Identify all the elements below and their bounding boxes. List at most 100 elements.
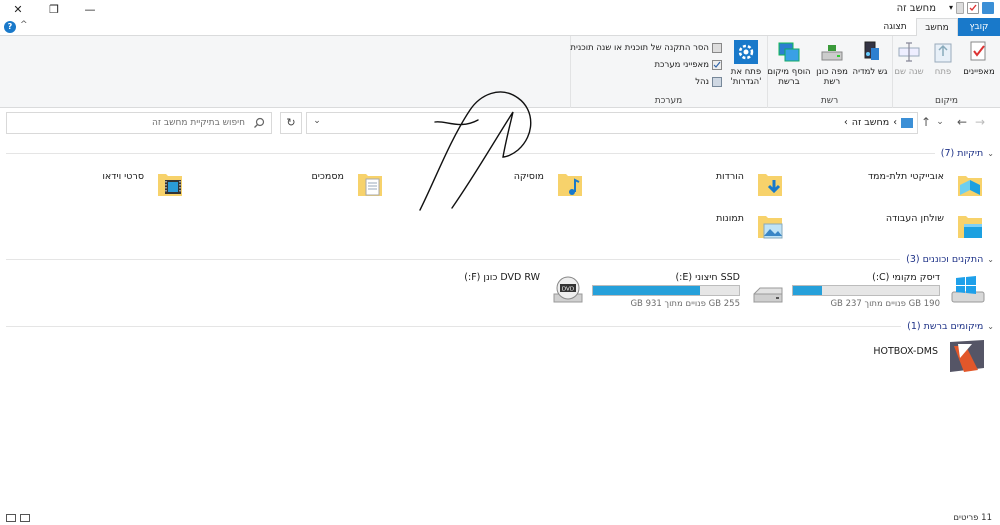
open-button[interactable]: פתח xyxy=(924,40,962,77)
recent-locations-button[interactable]: ⌄ xyxy=(932,117,948,127)
breadcrumb-separator[interactable]: › xyxy=(893,117,897,128)
external-drive-icon xyxy=(753,287,783,303)
chevron-down-icon[interactable]: ⌄ xyxy=(987,255,994,264)
system-group: פתח את 'הגדרות' הסר התקנה של תוכנית או ש… xyxy=(570,36,766,108)
uninstall-button[interactable]: הסר התקנה של תוכנית או שנה תוכנית xyxy=(570,41,722,55)
open-label: פתח xyxy=(934,67,952,77)
music-folder-icon xyxy=(558,174,582,196)
3d-objects-folder-icon xyxy=(958,176,982,196)
access-media-button[interactable]: גש למדיה xyxy=(851,40,889,77)
folder-3d-objects[interactable]: אובייקטי תלת-ממד xyxy=(786,168,986,204)
new-folder-qa-icon[interactable] xyxy=(956,2,964,14)
ribbon-tabs: קובץ מחשב תצוגה ? ^ xyxy=(0,18,1000,37)
drive-usage-fill xyxy=(593,286,700,295)
forward-button[interactable]: → xyxy=(972,115,988,129)
folder-name: תמונות xyxy=(716,213,744,224)
rename-label: שנה שם xyxy=(894,67,924,77)
open-settings-button[interactable]: פתח את 'הגדרות' xyxy=(728,40,764,87)
window-title: מחשב זה xyxy=(896,3,936,14)
search-input[interactable]: חיפוש בתיקיית מחשב זה xyxy=(6,112,272,134)
address-dropdown-button[interactable]: ⌄ xyxy=(309,116,325,126)
section-network[interactable]: ⌄ מיקומים ברשת (1) xyxy=(6,319,994,333)
media-server-icon xyxy=(950,340,984,372)
tab-file[interactable]: קובץ xyxy=(958,18,1000,36)
close-button[interactable]: ✕ xyxy=(0,0,36,18)
up-button[interactable]: ↑ xyxy=(918,115,934,129)
downloads-folder-icon xyxy=(758,174,782,196)
drive-usage-bar xyxy=(592,285,740,296)
folder-music[interactable]: מוסיקה xyxy=(386,168,586,204)
system-properties-button[interactable]: מאפייני מערכת xyxy=(654,58,722,72)
folder-videos[interactable]: סרטי וידאו xyxy=(0,168,186,204)
folder-downloads[interactable]: הורדות xyxy=(586,168,786,204)
chevron-down-icon[interactable]: ⌄ xyxy=(987,149,994,158)
system-properties-label: מאפייני מערכת xyxy=(654,60,709,70)
desktop-folder-icon xyxy=(958,216,982,238)
section-devices-title: התקנים וכוננים (3) xyxy=(906,253,984,265)
system-properties-icon xyxy=(712,60,722,70)
pictures-folder-icon xyxy=(758,216,783,239)
location-group-caption: מיקום xyxy=(935,96,958,106)
add-location-button[interactable]: הוסף מיקום ברשת xyxy=(767,40,811,87)
location-group: מאפיינים פתח שנה שם מיקום xyxy=(892,36,1000,108)
section-folders[interactable]: ⌄ תיקיות (7) xyxy=(6,146,994,160)
svg-text:DVD: DVD xyxy=(562,287,574,293)
access-media-label: גש למדיה xyxy=(852,67,888,77)
properties-button[interactable]: מאפיינים xyxy=(960,40,998,77)
manage-button[interactable]: נהל xyxy=(695,75,722,89)
drive-c[interactable]: דיסק מקומי (C:) 190 GB פנויים מתוך 237 G… xyxy=(786,272,986,312)
dvd-drive-icon: DVD xyxy=(553,276,583,303)
network-location-hotbox[interactable]: HOTBOX-DMS xyxy=(786,338,986,374)
details-view-icon[interactable] xyxy=(6,514,16,522)
properties-icon xyxy=(966,40,992,64)
section-network-title: מיקומים ברשת (1) xyxy=(907,320,984,332)
properties-qa-icon[interactable] xyxy=(967,2,979,14)
uninstall-icon xyxy=(712,43,722,53)
search-placeholder: חיפוש בתיקיית מחשב זה xyxy=(152,118,245,128)
customize-qa-icon[interactable]: ▾ xyxy=(945,2,953,14)
folder-name: שולחן העבודה xyxy=(885,213,944,224)
map-drive-button[interactable]: מפה כונן רשת xyxy=(813,40,851,87)
address-row: ← → ⌄ ↑ › מחשב זה › ⌄ ↻ חיפוש בתיקיית מח… xyxy=(0,110,1000,136)
quick-access-toolbar: ▾ xyxy=(945,2,994,14)
manage-icon xyxy=(712,77,722,87)
manage-label: נהל xyxy=(695,77,709,87)
tab-view[interactable]: תצוגה xyxy=(874,18,916,36)
folder-documents[interactable]: מסמכים xyxy=(186,168,386,204)
videos-folder-icon xyxy=(158,174,182,196)
gear-icon xyxy=(733,40,759,64)
back-button[interactable]: ← xyxy=(954,115,970,129)
address-bar[interactable]: › מחשב זה › ⌄ xyxy=(306,112,918,134)
breadcrumb: › מחשב זה › xyxy=(844,117,913,128)
divider xyxy=(6,258,901,260)
open-icon xyxy=(930,40,956,64)
drive-name: DVD RW כונן (F:) xyxy=(464,272,540,283)
breadcrumb-separator[interactable]: › xyxy=(844,117,848,128)
folder-name: סרטי וידאו xyxy=(102,171,144,182)
drive-f[interactable]: DVD DVD RW כונן (F:) xyxy=(386,272,586,312)
divider xyxy=(6,325,902,327)
large-icons-view-icon[interactable] xyxy=(20,514,30,522)
section-devices[interactable]: ⌄ התקנים וכוננים (3) xyxy=(6,252,994,266)
status-bar: 11 פריטים xyxy=(0,511,1000,525)
minimize-button[interactable]: — xyxy=(72,0,108,18)
drive-free-space: 255 GB פנויים מתוך 931 GB xyxy=(630,299,740,309)
network-location-icon xyxy=(776,40,802,64)
folder-name: הורדות xyxy=(715,171,744,182)
rename-icon xyxy=(896,40,922,64)
rename-button[interactable]: שנה שם xyxy=(890,40,928,77)
windows-drive-icon xyxy=(951,276,985,303)
folder-pictures[interactable]: תמונות xyxy=(586,210,786,246)
chevron-down-icon[interactable]: ⌄ xyxy=(987,322,994,331)
documents-folder-icon xyxy=(358,174,382,196)
properties-label: מאפיינים xyxy=(963,67,995,77)
collapse-ribbon-icon[interactable]: ^ xyxy=(20,20,28,30)
folder-desktop[interactable]: שולחן העבודה xyxy=(786,210,986,246)
drive-e[interactable]: SSD חיצוני (E:) 255 GB פנויים מתוך 931 G… xyxy=(586,272,786,312)
refresh-button[interactable]: ↻ xyxy=(280,112,302,134)
section-folders-title: תיקיות (7) xyxy=(940,147,984,159)
help-icon[interactable]: ? xyxy=(4,21,16,33)
breadcrumb-this-pc[interactable]: מחשב זה xyxy=(852,117,889,128)
tab-computer[interactable]: מחשב xyxy=(916,18,958,37)
maximize-button[interactable]: ❐ xyxy=(36,0,72,18)
